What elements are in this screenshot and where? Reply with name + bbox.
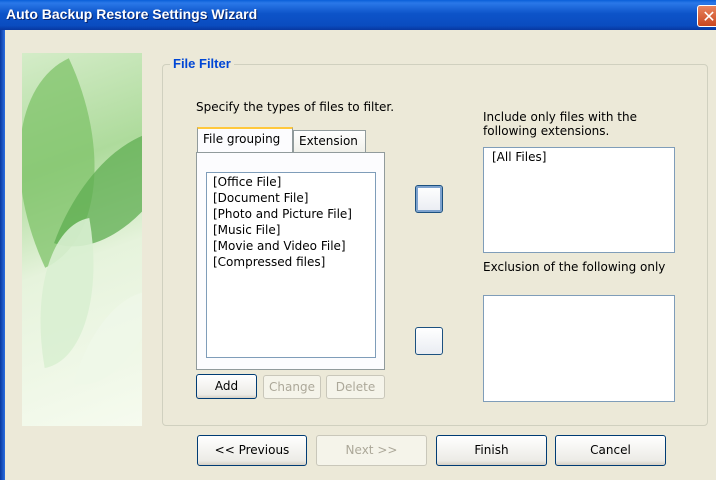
change-button[interactable]: Change [263, 375, 321, 399]
wizard-side-image [22, 53, 142, 426]
list-item[interactable]: [Music File] [213, 222, 369, 238]
exclude-list[interactable] [483, 295, 675, 402]
window-frame-left [0, 30, 5, 480]
close-icon: ✕ [702, 7, 716, 26]
list-item[interactable]: [All Files] [492, 149, 666, 165]
window-title: Auto Backup Restore Settings Wizard [6, 6, 258, 22]
list-item[interactable]: [Movie and Video File] [213, 238, 369, 254]
include-list[interactable]: [All Files] [483, 147, 675, 253]
delete-button[interactable]: Delete [326, 375, 385, 399]
file-filter-legend: File Filter [170, 56, 234, 71]
include-label: Include only files with the following ex… [483, 110, 638, 138]
list-item[interactable]: [Photo and Picture File] [213, 206, 369, 222]
exclude-label: Exclusion of the following only [483, 260, 666, 274]
title-bar: Auto Backup Restore Settings Wizard ✕ [0, 0, 716, 30]
list-item[interactable]: [Document File] [213, 190, 369, 206]
close-button[interactable]: ✕ [697, 5, 716, 27]
wizard-window: Auto Backup Restore Settings Wizard ✕ Fi… [0, 0, 716, 480]
move-to-exclude-button[interactable] [415, 327, 443, 355]
tab-file-grouping[interactable]: File grouping [197, 127, 293, 152]
tab-extension[interactable]: Extension [293, 130, 366, 152]
next-button[interactable]: Next >> [316, 435, 427, 466]
file-group-list[interactable]: [Office File] [Document File] [Photo and… [206, 172, 376, 358]
add-button[interactable]: Add [196, 374, 257, 399]
filter-instruction: Specify the types of files to filter. [196, 100, 395, 114]
list-item[interactable]: [Compressed files] [213, 254, 369, 270]
previous-button[interactable]: << Previous [197, 435, 307, 466]
list-item[interactable]: [Office File] [213, 174, 369, 190]
move-to-include-button[interactable] [415, 185, 443, 213]
cancel-button[interactable]: Cancel [555, 435, 666, 466]
finish-button[interactable]: Finish [436, 435, 547, 466]
